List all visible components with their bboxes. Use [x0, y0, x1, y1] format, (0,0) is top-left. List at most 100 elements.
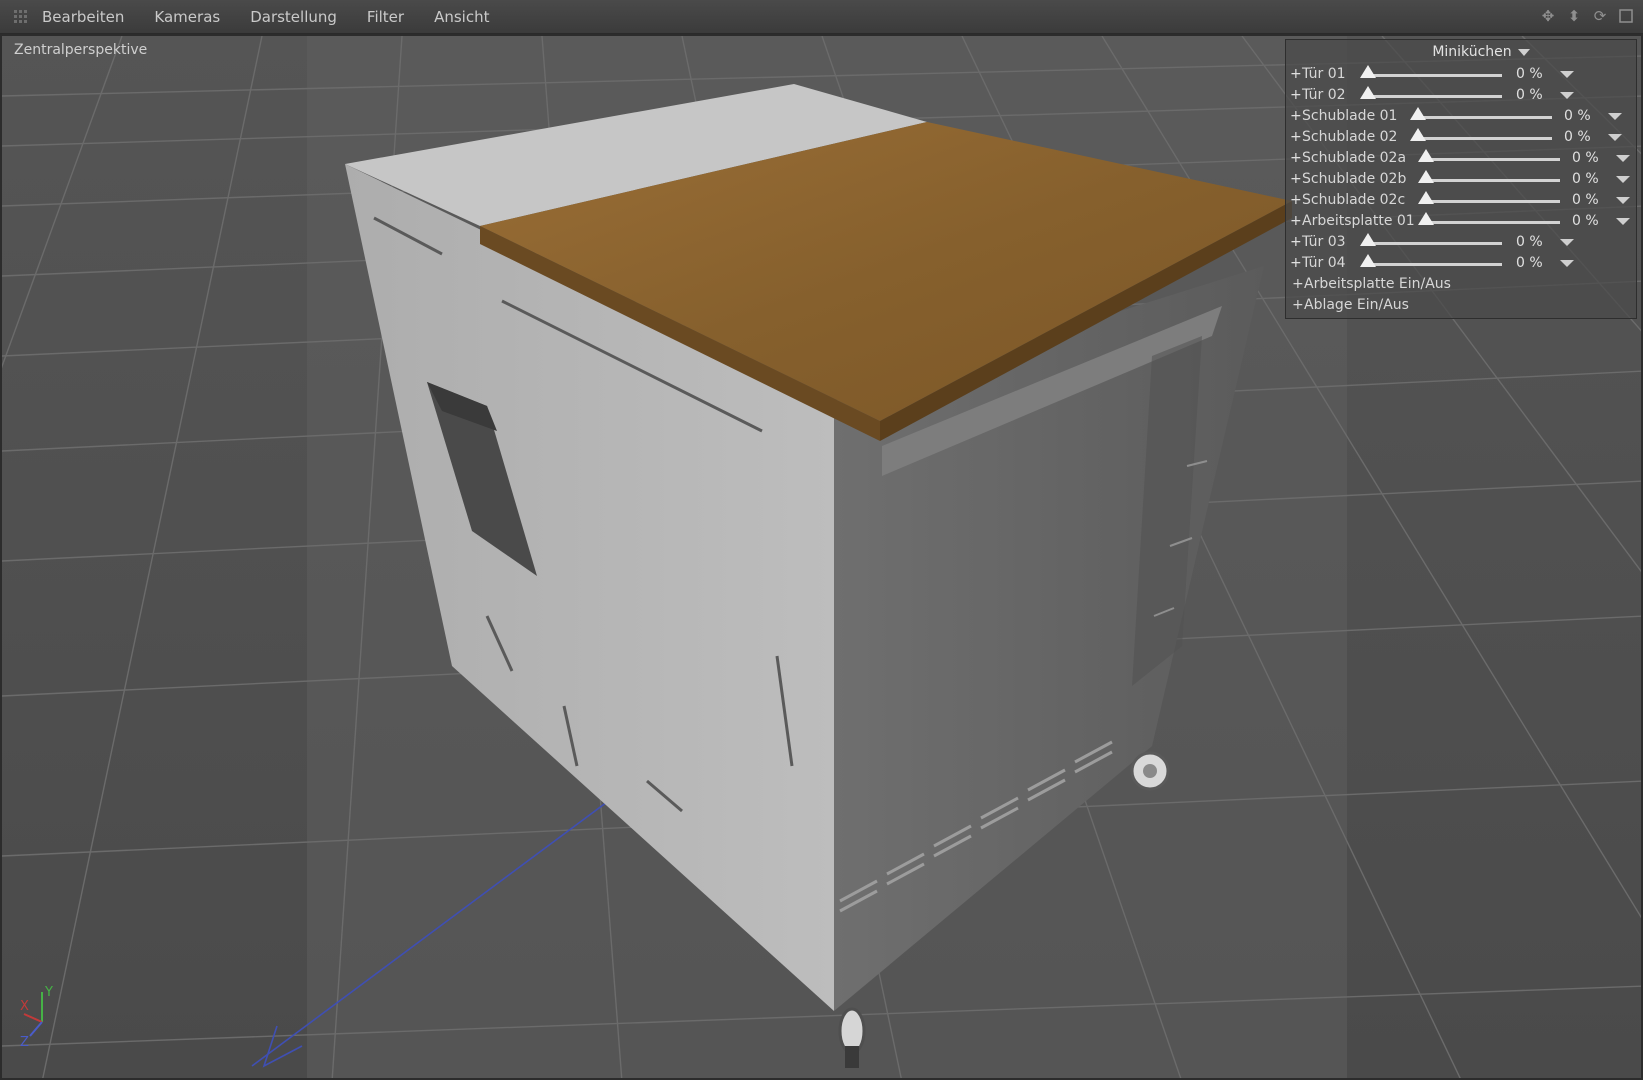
- dropdown-arrow-icon[interactable]: [1560, 239, 1574, 246]
- expand-icon: +: [1292, 276, 1304, 292]
- slider-knob[interactable]: [1360, 86, 1376, 99]
- gizmo-x-label: X: [20, 999, 29, 1014]
- minikitchen-controls-panel: Miniküchen + Tür 01 0 % + Tür 02 0 % + S…: [1285, 39, 1637, 319]
- slider-label: Schublade 02b: [1302, 171, 1407, 187]
- slider-knob[interactable]: [1360, 254, 1376, 267]
- slider-label: Tür 02: [1302, 87, 1346, 103]
- slider-value: 0 %: [1572, 150, 1599, 166]
- worktop-toggle-button[interactable]: + Arbeitsplatte Ein/Aus: [1292, 274, 1451, 294]
- slider-track[interactable]: [1418, 212, 1560, 225]
- slider-value: 0 %: [1516, 234, 1543, 250]
- view-navigation: ✥ ⬍ ⟳: [1539, 7, 1635, 25]
- expand-icon[interactable]: +: [1290, 171, 1302, 187]
- slider-knob[interactable]: [1418, 191, 1434, 204]
- slider-row-tuer-01: + Tür 01 0 %: [1290, 64, 1632, 84]
- menu-filter[interactable]: Filter: [367, 8, 404, 26]
- dropdown-arrow-icon[interactable]: [1616, 218, 1630, 225]
- slider-label: Schublade 02c: [1302, 192, 1406, 208]
- dropdown-arrow-icon[interactable]: [1616, 155, 1630, 162]
- slider-row-schublade-02b: + Schublade 02b 0 %: [1290, 169, 1632, 189]
- slider-knob[interactable]: [1410, 107, 1426, 120]
- menu-display[interactable]: Darstellung: [250, 8, 337, 26]
- slider-value: 0 %: [1572, 192, 1599, 208]
- dropdown-arrow-icon[interactable]: [1560, 71, 1574, 78]
- dropdown-arrow-icon[interactable]: [1560, 92, 1574, 99]
- dropdown-arrow-icon[interactable]: [1616, 176, 1630, 183]
- app-window: Bearbeiten Kameras Darstellung Filter An…: [0, 0, 1643, 1080]
- slider-label: Tür 04: [1302, 255, 1346, 271]
- slider-row-tuer-03: + Tür 03 0 %: [1290, 232, 1632, 252]
- 3d-viewport[interactable]: Zentralperspektive Miniküchen + Tür 01 0…: [0, 34, 1643, 1080]
- expand-icon[interactable]: +: [1290, 87, 1302, 103]
- axis-gizmo-icon: Y X Z: [20, 985, 53, 1050]
- expand-icon[interactable]: +: [1290, 255, 1302, 271]
- slider-label: Arbeitsplatte 01: [1302, 213, 1415, 229]
- expand-icon[interactable]: +: [1290, 234, 1302, 250]
- slider-label: Schublade 02: [1302, 129, 1398, 145]
- shelf-toggle-label: Ablage Ein/Aus: [1304, 297, 1409, 313]
- expand-icon[interactable]: +: [1290, 129, 1302, 145]
- menu-edit[interactable]: Bearbeiten: [42, 8, 124, 26]
- slider-value: 0 %: [1516, 66, 1543, 82]
- expand-icon[interactable]: +: [1290, 108, 1302, 124]
- shelf-toggle-button[interactable]: + Ablage Ein/Aus: [1292, 295, 1409, 315]
- zoom-view-icon[interactable]: ⬍: [1565, 7, 1583, 25]
- slider-track[interactable]: [1418, 191, 1560, 204]
- dropdown-arrow-icon[interactable]: [1608, 113, 1622, 120]
- slider-knob[interactable]: [1418, 170, 1434, 183]
- slider-row-schublade-01: + Schublade 01 0 %: [1290, 106, 1632, 126]
- slider-track[interactable]: [1360, 254, 1502, 267]
- rotate-view-icon[interactable]: ⟳: [1591, 7, 1609, 25]
- slider-row-schublade-02: + Schublade 02 0 %: [1290, 127, 1632, 147]
- slider-track[interactable]: [1410, 107, 1552, 120]
- caster-right: [1130, 751, 1170, 791]
- panel-title-text: Miniküchen: [1432, 44, 1512, 60]
- slider-row-tuer-04: + Tür 04 0 %: [1290, 253, 1632, 273]
- slider-label: Tür 01: [1302, 66, 1346, 82]
- view-name-label[interactable]: Zentralperspektive: [14, 42, 147, 58]
- slider-label: Schublade 02a: [1302, 150, 1407, 166]
- expand-icon[interactable]: +: [1290, 213, 1302, 229]
- slider-knob[interactable]: [1418, 149, 1434, 162]
- slider-row-schublade-02a: + Schublade 02a 0 %: [1290, 148, 1632, 168]
- expand-icon: +: [1292, 297, 1304, 313]
- slider-value: 0 %: [1516, 255, 1543, 271]
- slider-row-schublade-02c: + Schublade 02c 0 %: [1290, 190, 1632, 210]
- chevron-down-icon: [1517, 48, 1530, 56]
- menu-bar: Bearbeiten Kameras Darstellung Filter An…: [0, 0, 1643, 34]
- dropdown-arrow-icon[interactable]: [1616, 197, 1630, 204]
- slider-knob[interactable]: [1360, 233, 1376, 246]
- slider-value: 0 %: [1516, 87, 1543, 103]
- panel-title[interactable]: Miniküchen: [1286, 44, 1636, 60]
- slider-track[interactable]: [1360, 233, 1502, 246]
- slider-track[interactable]: [1360, 86, 1502, 99]
- slider-track[interactable]: [1418, 170, 1560, 183]
- menu-grip-icon[interactable]: [14, 9, 28, 24]
- slider-value: 0 %: [1564, 108, 1591, 124]
- menu-cameras[interactable]: Kameras: [154, 8, 220, 26]
- expand-icon[interactable]: +: [1290, 150, 1302, 166]
- expand-icon[interactable]: +: [1290, 192, 1302, 208]
- slider-label: Schublade 01: [1302, 108, 1398, 124]
- menu-view[interactable]: Ansicht: [434, 8, 489, 26]
- slider-knob[interactable]: [1418, 212, 1434, 225]
- slider-knob[interactable]: [1360, 65, 1376, 78]
- move-view-icon[interactable]: ✥: [1539, 7, 1557, 25]
- gizmo-y-label: Y: [44, 985, 53, 1000]
- slider-label: Tür 03: [1302, 234, 1346, 250]
- slider-row-tuer-02: + Tür 02 0 %: [1290, 85, 1632, 105]
- dropdown-arrow-icon[interactable]: [1560, 260, 1574, 267]
- slider-track[interactable]: [1418, 149, 1560, 162]
- dropdown-arrow-icon[interactable]: [1608, 134, 1622, 141]
- maximize-view-icon[interactable]: [1617, 7, 1635, 25]
- slider-track[interactable]: [1410, 128, 1552, 141]
- slider-value: 0 %: [1572, 171, 1599, 187]
- expand-icon[interactable]: +: [1290, 66, 1302, 82]
- gizmo-z-label: Z: [20, 1035, 29, 1050]
- worktop-toggle-label: Arbeitsplatte Ein/Aus: [1304, 276, 1451, 292]
- slider-value: 0 %: [1564, 129, 1591, 145]
- slider-row-arbeitsplatte-01: + Arbeitsplatte 01 0 %: [1290, 211, 1632, 231]
- slider-track[interactable]: [1360, 65, 1502, 78]
- slider-value: 0 %: [1572, 213, 1599, 229]
- slider-knob[interactable]: [1410, 128, 1426, 141]
